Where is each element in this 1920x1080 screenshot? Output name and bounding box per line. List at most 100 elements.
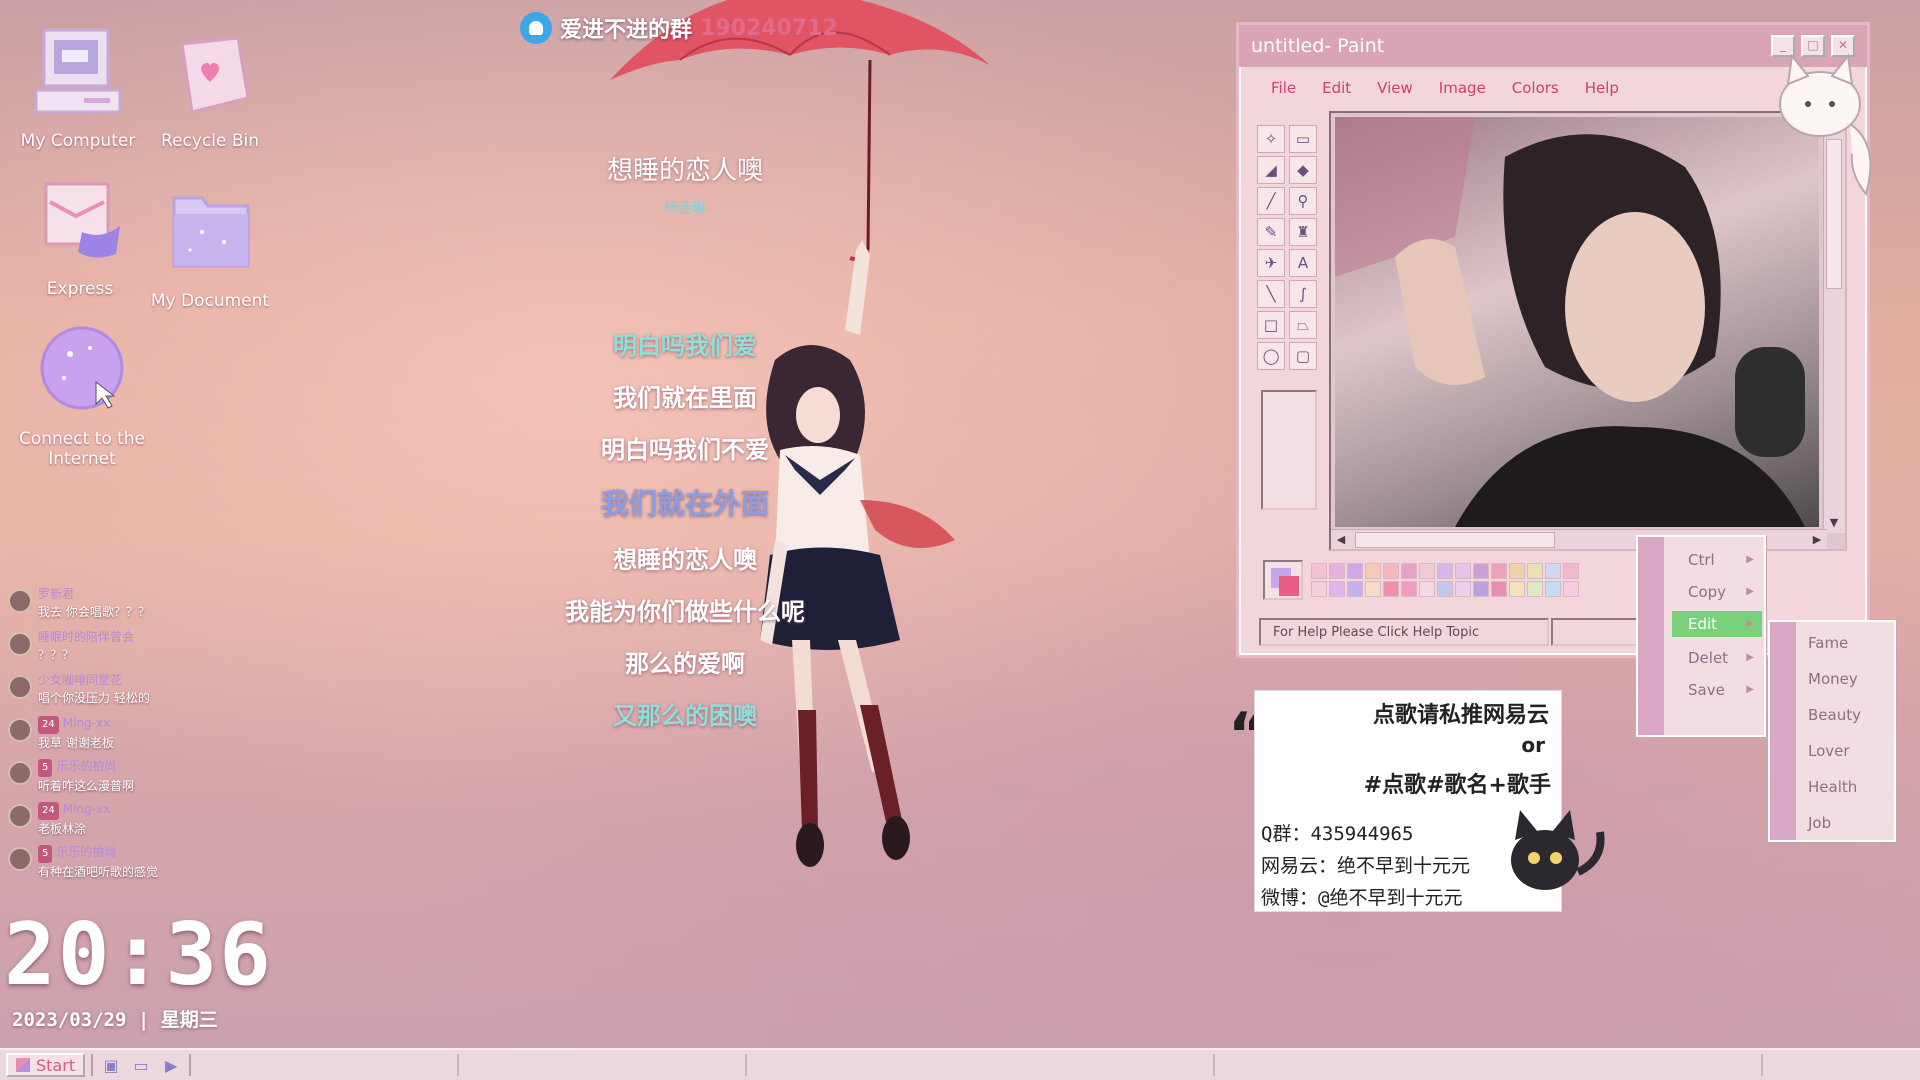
submenu-arrow-icon: ▶ [1746,684,1754,695]
color-swatch[interactable] [1437,563,1453,579]
color-swatch[interactable] [1383,581,1399,597]
color-swatch[interactable] [1491,581,1507,597]
color-swatch[interactable] [1419,581,1435,597]
recycle-bin-label: Recycle Bin [160,131,259,151]
fill-bucket-icon[interactable]: ◆ [1289,156,1317,184]
rounded-rect-icon[interactable]: ▢ [1289,342,1317,370]
color-swatches [1311,563,1579,597]
chat-message: 5 乐乐的柏尚 听着咋这么漫普啊 [8,757,288,800]
computer-icon [34,28,122,114]
express-icon[interactable]: Express [10,172,150,299]
context-item-label: Delet [1688,649,1729,667]
free-select-icon[interactable]: ✧ [1257,125,1285,153]
avatar [8,804,32,828]
color-swatch[interactable] [1311,581,1327,597]
menu-view[interactable]: View [1377,79,1413,109]
desktop-icon[interactable]: ▣ [99,1053,123,1077]
color-swatch[interactable] [1509,563,1525,579]
color-swatch[interactable] [1473,563,1489,579]
my-document-icon[interactable]: My Document [140,184,280,311]
submenu-item-health[interactable]: Health [1808,778,1857,796]
menu-file[interactable]: File [1271,79,1296,109]
color-swatch[interactable] [1401,563,1417,579]
context-item-delet[interactable]: Delet ▶ [1672,645,1762,671]
my-computer-label: My Computer [20,131,136,151]
color-swatch[interactable] [1365,563,1381,579]
chat-username: Mlng-xx [62,802,111,816]
line-icon[interactable]: ╲ [1257,280,1285,308]
color-swatch[interactable] [1563,581,1579,597]
brush-icon[interactable]: ♜ [1289,218,1317,246]
folder-icon [172,196,250,268]
color-swatch[interactable] [1365,581,1381,597]
chat-message: 24 Mlng-xx 我草 谢谢老板 [8,714,288,757]
color-swatch[interactable] [1383,563,1399,579]
streamer-silhouette [1335,117,1805,527]
live-chat: 罗新君 我去 你会唱歌？？？ 睡眠时的陪伴曾会 ？？？ 少女咖啡同堂花 唱个你没压力 轻松… [8,585,288,886]
submenu-arrow-icon: ▶ [1746,586,1754,597]
color-swatch[interactable] [1509,581,1525,597]
airbrush-icon[interactable]: ✈ [1257,249,1285,277]
color-swatch[interactable] [1311,563,1327,579]
clock-time: 20:36 [4,905,273,1005]
curve-icon[interactable]: ∫ [1289,280,1317,308]
color-picker-icon[interactable]: ╱ [1257,187,1285,215]
note-weibo: 微博：@绝不早到十元元 [1261,887,1463,909]
context-item-edit[interactable]: Edit ▶ [1672,611,1762,637]
color-swatch[interactable] [1545,563,1561,579]
play-icon[interactable]: ▶ [159,1053,183,1077]
context-item-save[interactable]: Save ▶ [1672,677,1762,703]
tool-options[interactable] [1261,390,1317,510]
submenu-item-money[interactable]: Money [1808,670,1858,688]
taskbar-slot[interactable] [457,1054,460,1076]
polygon-icon[interactable]: ⏢ [1289,311,1317,339]
menu-edit[interactable]: Edit [1322,79,1351,109]
taskbar-slot[interactable] [1761,1054,1764,1076]
pencil-icon[interactable]: ✎ [1257,218,1285,246]
color-swatch[interactable] [1329,563,1345,579]
context-item-copy[interactable]: Copy ▶ [1672,579,1762,605]
context-item-ctrl[interactable]: Ctrl ▶ [1672,547,1762,573]
submenu-item-lover[interactable]: Lover [1808,742,1850,760]
color-swatch[interactable] [1347,581,1363,597]
eraser-icon[interactable]: ◢ [1257,156,1285,184]
ellipse-icon[interactable]: ◯ [1257,342,1285,370]
recycle-bin-icon[interactable]: Recycle Bin [140,24,280,151]
submenu-item-fame[interactable]: Fame [1808,634,1848,652]
menu-image[interactable]: Image [1439,79,1486,109]
scroll-right-icon[interactable]: ▶ [1807,530,1827,550]
folder-quick-icon[interactable]: ▭ [129,1053,153,1077]
color-swatch[interactable] [1527,563,1543,579]
menu-help[interactable]: Help [1585,79,1619,109]
start-button[interactable]: Start [6,1053,86,1077]
taskbar-slot[interactable] [745,1054,748,1076]
color-swatch[interactable] [1527,581,1543,597]
scroll-down-icon[interactable]: ▼ [1824,513,1844,533]
horizontal-scroll-thumb[interactable] [1355,532,1555,548]
color-swatch[interactable] [1329,581,1345,597]
color-swatch[interactable] [1419,563,1435,579]
submenu-item-job[interactable]: Job [1808,814,1831,832]
taskbar-slot[interactable] [1213,1054,1216,1076]
magnifier-icon[interactable]: ⚲ [1289,187,1317,215]
color-swatch[interactable] [1455,563,1471,579]
text-icon[interactable]: A [1289,249,1317,277]
rectangle-icon[interactable]: □ [1257,311,1285,339]
context-item-label: Edit [1688,615,1718,633]
color-swatch[interactable] [1401,581,1417,597]
rect-select-icon[interactable]: ▭ [1289,125,1317,153]
color-swatch[interactable] [1437,581,1453,597]
chat-text: 有种在酒吧听歌的感觉 [38,865,159,879]
color-swatch[interactable] [1455,581,1471,597]
color-swatch[interactable] [1545,581,1561,597]
scroll-left-icon[interactable]: ◀ [1331,530,1351,550]
submenu-item-beauty[interactable]: Beauty [1808,706,1861,724]
current-colors[interactable] [1263,560,1303,600]
color-swatch[interactable] [1347,563,1363,579]
my-computer-icon[interactable]: My Computer [8,24,148,151]
connect-internet-icon[interactable]: Connect to the Internet [12,322,152,469]
color-swatch[interactable] [1491,563,1507,579]
color-swatch[interactable] [1563,563,1579,579]
menu-colors[interactable]: Colors [1512,79,1559,109]
color-swatch[interactable] [1473,581,1489,597]
